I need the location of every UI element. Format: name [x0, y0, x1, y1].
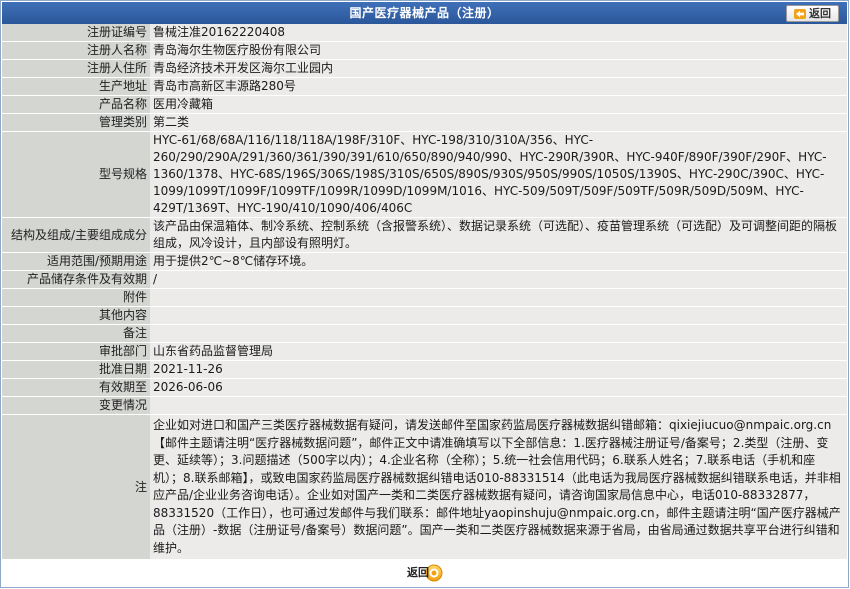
row-label: 注 — [2, 414, 150, 560]
row-label: 生产地址 — [2, 77, 150, 96]
back-button-top-label: 返回 — [809, 7, 831, 20]
row-value: 该产品由保温箱体、制冷系统、控制系统（含报警系统）、数据记录系统（可选配）、疫苗… — [150, 217, 847, 253]
table-row: 生产地址 青岛市高新区丰源路280号 — [2, 77, 847, 96]
table-row: 适用范围/预期用途 用于提供2℃~8℃储存环境。 — [2, 252, 847, 271]
table-row: 备注 — [2, 324, 847, 343]
row-value: 青岛海尔生物医疗股份有限公司 — [150, 41, 847, 60]
row-value: 用于提供2℃~8℃储存环境。 — [150, 252, 847, 271]
table-row: 有效期至 2026-06-06 — [2, 378, 847, 397]
table-row: 注册人名称 青岛海尔生物医疗股份有限公司 — [2, 41, 847, 60]
row-value — [150, 306, 847, 325]
table-row: 变更情况 — [2, 396, 847, 415]
row-value — [150, 324, 847, 343]
row-value: 第二类 — [150, 113, 847, 132]
row-label: 产品储存条件及有效期 — [2, 270, 150, 289]
row-label: 备注 — [2, 324, 150, 343]
table-row: 批准日期 2021-11-26 — [2, 360, 847, 379]
row-label: 结构及组成/主要组成成分 — [2, 217, 150, 253]
table-row: 产品储存条件及有效期 / — [2, 270, 847, 289]
row-label: 变更情况 — [2, 396, 150, 415]
row-label: 附件 — [2, 288, 150, 307]
row-label: 注册人住所 — [2, 59, 150, 78]
table-row: 管理类别 第二类 — [2, 113, 847, 132]
row-label: 有效期至 — [2, 378, 150, 397]
row-label: 型号规格 — [2, 131, 150, 218]
back-button-bottom-label: 返回 — [407, 566, 429, 579]
detail-panel: 国产医疗器械产品（注册） 返回 注册证编号 鲁械注准20162220408 注册… — [0, 0, 849, 588]
row-label: 管理类别 — [2, 113, 150, 132]
page-title: 国产医疗器械产品（注册） — [349, 6, 500, 20]
table-row: 其他内容 — [2, 306, 847, 325]
table-row: 结构及组成/主要组成成分 该产品由保温箱体、制冷系统、控制系统（含报警系统）、数… — [2, 217, 847, 253]
row-label: 注册人名称 — [2, 41, 150, 60]
row-value: / — [150, 270, 847, 289]
table-row: 注 企业如对进口和国产三类医疗器械数据有疑问，请发送邮件至国家药监局医疗器械数据… — [2, 414, 847, 560]
row-label: 审批部门 — [2, 342, 150, 361]
row-value — [150, 396, 847, 415]
row-label: 批准日期 — [2, 360, 150, 379]
table-row: 附件 — [2, 288, 847, 307]
table-row: 注册证编号 鲁械注准20162220408 — [2, 24, 847, 42]
row-value: 青岛市高新区丰源路280号 — [150, 77, 847, 96]
table-row: 审批部门 山东省药品监督管理局 — [2, 342, 847, 361]
info-table: 注册证编号 鲁械注准20162220408 注册人名称 青岛海尔生物医疗股份有限… — [2, 24, 847, 560]
row-value: 鲁械注准20162220408 — [150, 24, 847, 42]
row-label: 适用范围/预期用途 — [2, 252, 150, 271]
row-value: 山东省药品监督管理局 — [150, 342, 847, 361]
row-value-model: HYC-61/68/68A/116/118/118A/198F/310F、HYC… — [150, 131, 847, 218]
row-value — [150, 288, 847, 307]
back-arrow-icon — [794, 8, 806, 19]
table-row: 产品名称 医用冷藏箱 — [2, 95, 847, 114]
back-button-top[interactable]: 返回 — [786, 5, 839, 22]
table-row: 型号规格 HYC-61/68/68A/116/118/118A/198F/310… — [2, 131, 847, 218]
table-row: 注册人住所 青岛经济技术开发区海尔工业园内 — [2, 59, 847, 78]
notice-text: 企业如对进口和国产三类医疗器械数据有疑问，请发送邮件至国家药监局医疗器械数据纠错… — [150, 414, 847, 560]
row-value: 2026-06-06 — [150, 378, 847, 397]
header-bar: 国产医疗器械产品（注册） 返回 — [2, 2, 847, 24]
back-button-bottom[interactable]: 返回 — [403, 563, 447, 583]
row-label: 注册证编号 — [2, 24, 150, 42]
row-label: 产品名称 — [2, 95, 150, 114]
row-value: 医用冷藏箱 — [150, 95, 847, 114]
row-value: 2021-11-26 — [150, 360, 847, 379]
row-label: 其他内容 — [2, 306, 150, 325]
row-value: 青岛经济技术开发区海尔工业园内 — [150, 59, 847, 78]
